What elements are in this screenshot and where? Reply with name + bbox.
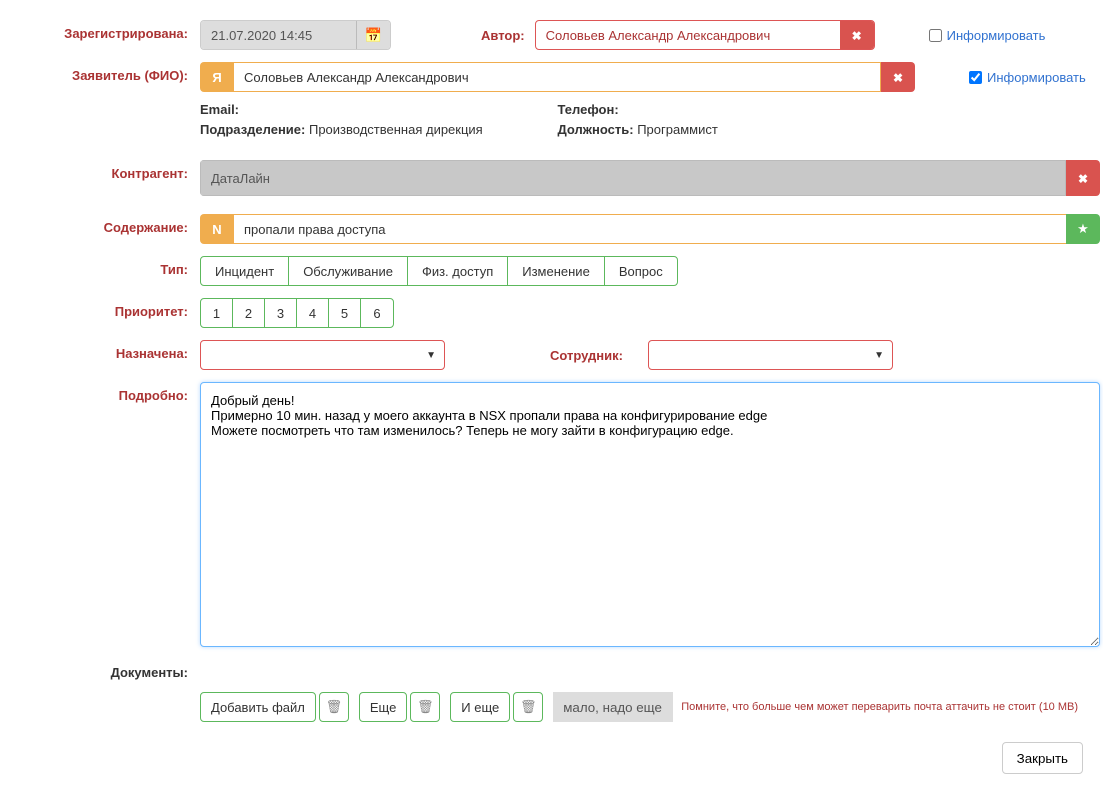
position-row: Должность: Программист	[558, 122, 916, 137]
add-file-button[interactable]: Добавить файл	[200, 692, 316, 722]
more-button[interactable]: Еще	[359, 692, 407, 722]
assigned-label: Назначена:	[10, 340, 200, 361]
inform-applicant-label: Информировать	[987, 70, 1086, 85]
details-label: Подробно:	[10, 382, 200, 403]
registered-label: Зарегистрирована:	[10, 20, 200, 41]
type-option[interactable]: Обслуживание	[289, 257, 408, 285]
type-tabs: Инцидент Обслуживание Физ. доступ Измене…	[200, 256, 678, 286]
documents-label: Документы:	[10, 659, 200, 680]
assigned-select[interactable]: ▼	[200, 340, 445, 370]
close-icon	[893, 70, 903, 85]
subject-value[interactable]: пропали права доступа	[234, 214, 1066, 244]
trash-icon	[417, 699, 434, 715]
applicant-label: Заявитель (ФИО):	[10, 62, 200, 83]
applicant-clear-button[interactable]	[881, 62, 915, 92]
author-label: Автор:	[481, 28, 525, 43]
subject-label: Содержание:	[10, 214, 200, 235]
need-more-field[interactable]	[553, 692, 673, 722]
close-icon	[852, 28, 862, 43]
inform-author-block[interactable]: Информировать	[925, 26, 1046, 45]
department-row: Подразделение: Производственная дирекция	[200, 122, 558, 137]
type-option[interactable]: Вопрос	[605, 257, 677, 285]
star-icon	[1077, 221, 1089, 237]
registered-date-group: 21.07.2020 14:45	[200, 20, 391, 50]
applicant-value[interactable]: Соловьев Александр Александрович	[234, 62, 881, 92]
priority-label: Приоритет:	[10, 298, 200, 319]
author-field-group: Соловьев Александр Александрович	[535, 20, 875, 50]
close-button[interactable]: Закрыть	[1002, 742, 1083, 774]
details-textarea[interactable]	[200, 382, 1100, 647]
type-option[interactable]: Физ. доступ	[408, 257, 508, 285]
calendar-icon	[365, 27, 382, 44]
priority-option[interactable]: 4	[297, 299, 329, 327]
type-option[interactable]: Инцидент	[201, 257, 289, 285]
applicant-field-group: Я Соловьев Александр Александрович	[200, 62, 915, 92]
priority-option[interactable]: 2	[233, 299, 265, 327]
attachment-note: Помните, что больше чем может переварить…	[681, 701, 1078, 713]
counterparty-clear-button[interactable]	[1066, 160, 1100, 196]
trash-icon	[326, 699, 343, 715]
subject-field-group: N пропали права доступа	[200, 214, 1100, 244]
inform-author-checkbox[interactable]	[929, 29, 942, 42]
remove-file-button-3[interactable]	[513, 692, 543, 722]
calendar-button[interactable]	[356, 21, 390, 49]
remove-file-button-1[interactable]	[319, 692, 349, 722]
close-icon	[1078, 171, 1088, 186]
and-more-button[interactable]: И еще	[450, 692, 510, 722]
priority-option[interactable]: 3	[265, 299, 297, 327]
author-clear-button[interactable]	[840, 21, 874, 49]
employee-label: Сотрудник:	[550, 348, 623, 363]
registered-date-value: 21.07.2020 14:45	[201, 21, 356, 49]
phone-row: Телефон:	[558, 102, 916, 117]
applicant-self-button[interactable]: Я	[200, 62, 234, 92]
remove-file-button-2[interactable]	[410, 692, 440, 722]
inform-applicant-checkbox[interactable]	[969, 71, 982, 84]
priority-tabs: 1 2 3 4 5 6	[200, 298, 394, 328]
chevron-down-icon: ▼	[426, 350, 436, 361]
author-value[interactable]: Соловьев Александр Александрович	[536, 21, 840, 49]
chevron-down-icon: ▼	[874, 350, 884, 361]
type-option[interactable]: Изменение	[508, 257, 605, 285]
type-label: Тип:	[10, 256, 200, 277]
email-row: Email:	[200, 102, 558, 117]
inform-author-label: Информировать	[947, 28, 1046, 43]
inform-applicant-block[interactable]: Информировать	[965, 68, 1086, 87]
employee-select[interactable]: ▼	[648, 340, 893, 370]
priority-option[interactable]: 1	[201, 299, 233, 327]
subject-star-button[interactable]	[1066, 214, 1100, 244]
trash-icon	[520, 699, 537, 715]
priority-option[interactable]: 6	[361, 299, 393, 327]
counterparty-field-group: ДатаЛайн	[200, 160, 1100, 196]
subject-n-button[interactable]: N	[200, 214, 234, 244]
counterparty-value: ДатаЛайн	[200, 160, 1066, 196]
counterparty-label: Контрагент:	[10, 160, 200, 181]
priority-option[interactable]: 5	[329, 299, 361, 327]
